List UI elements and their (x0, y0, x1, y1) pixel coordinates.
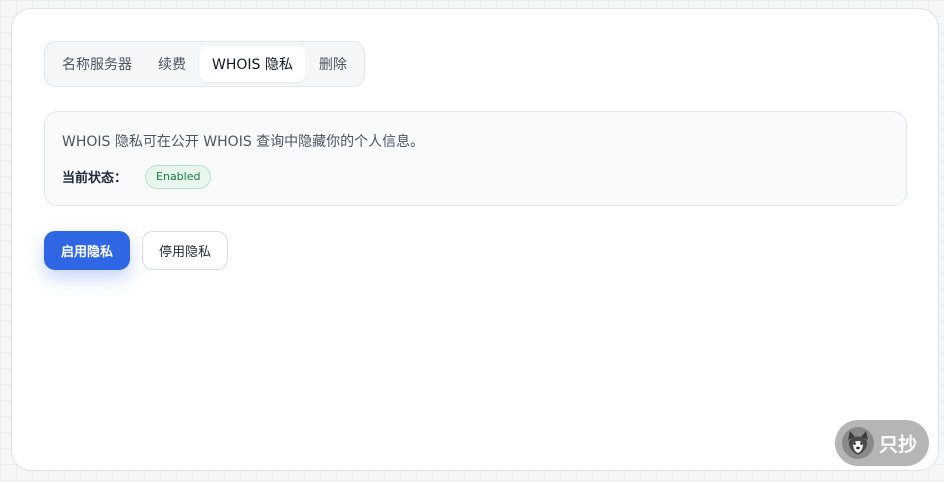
whois-privacy-info-panel: WHOIS 隐私可在公开 WHOIS 查询中隐藏你的个人信息。 当前状态： En… (44, 111, 907, 206)
privacy-actions: 启用隐私 停用隐私 (44, 231, 229, 270)
tab-whois-privacy[interactable]: WHOIS 隐私 (199, 46, 306, 82)
status-badge: Enabled (145, 164, 212, 189)
domain-settings-card: 名称服务器 续费 WHOIS 隐私 删除 WHOIS 隐私可在公开 WHOIS … (11, 8, 939, 471)
tab-delete[interactable]: 删除 (306, 46, 360, 82)
watermark-text: 只抄 (879, 433, 918, 456)
disable-privacy-button[interactable]: 停用隐私 (142, 231, 229, 270)
status-label: 当前状态： (62, 171, 128, 186)
husky-dog-icon (842, 427, 874, 459)
watermark-badge: 只抄 (835, 420, 929, 466)
privacy-description: WHOIS 隐私可在公开 WHOIS 查询中隐藏你的个人信息。 (62, 134, 425, 150)
tab-renewal[interactable]: 续费 (145, 46, 199, 82)
settings-tabs: 名称服务器 续费 WHOIS 隐私 删除 (44, 41, 365, 87)
tab-nameservers[interactable]: 名称服务器 (49, 46, 145, 82)
enable-privacy-button[interactable]: 启用隐私 (44, 231, 131, 270)
status-row: 当前状态： Enabled (62, 164, 212, 189)
